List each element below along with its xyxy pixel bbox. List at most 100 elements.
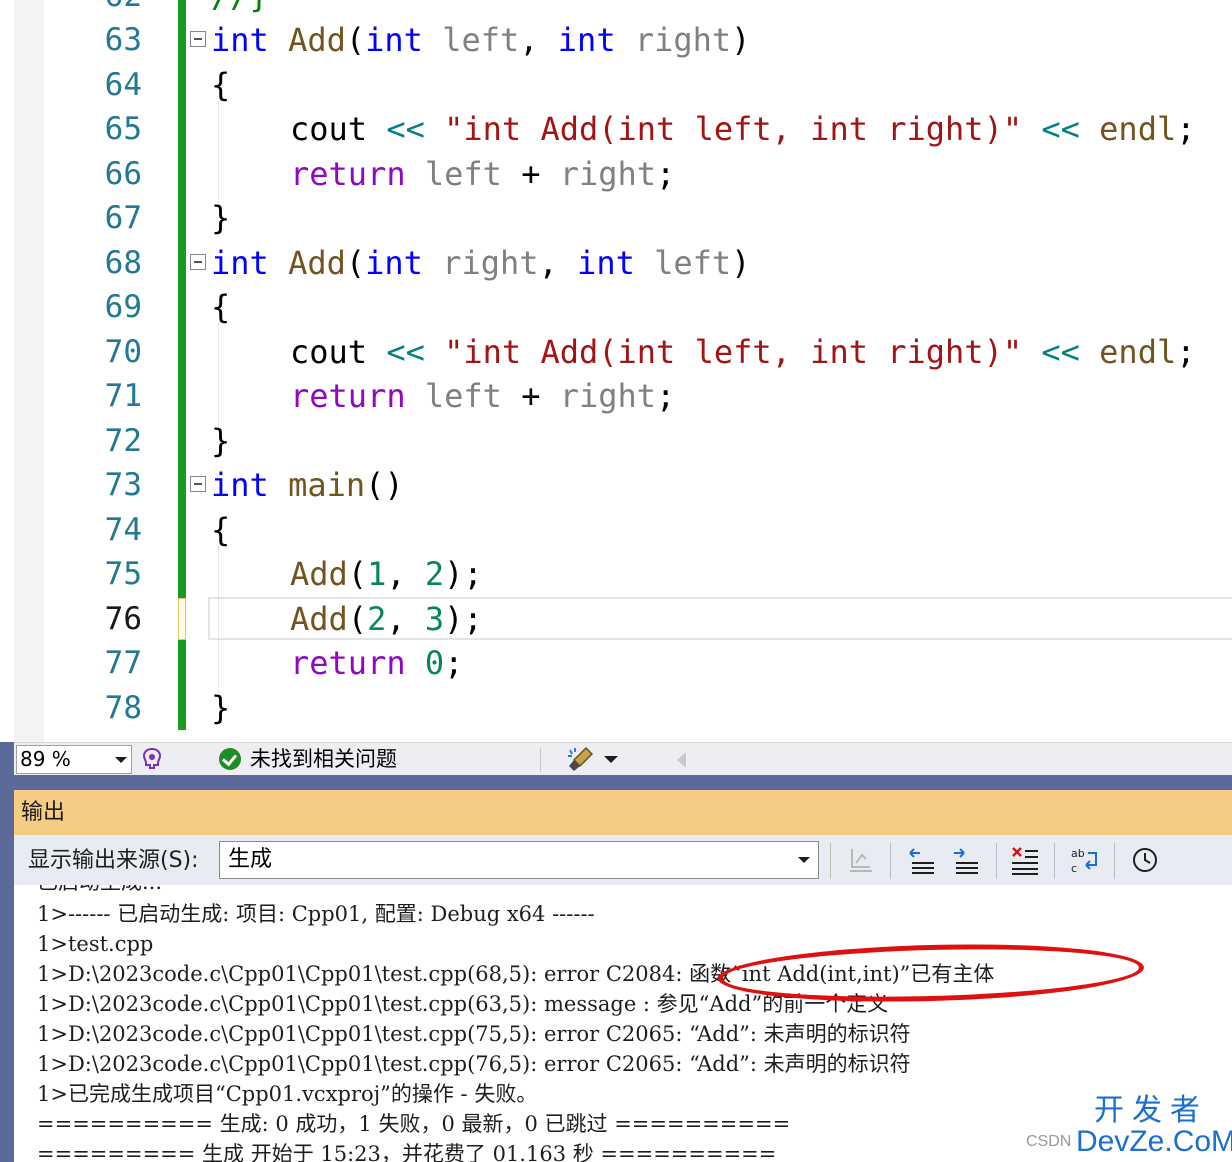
collapse-icon[interactable] [190,253,206,270]
code-token: << [386,110,425,148]
code-token: } [211,688,231,727]
code-token: ( [347,555,368,593]
svg-text:ab: ab [1071,847,1085,860]
csdn-watermark: CSDN [1026,1133,1072,1150]
code-line[interactable]: 75 Add(1, 2); [0,552,1232,596]
code-token: 2 [424,555,445,593]
code-token: return [290,644,406,682]
line-number: 78 [104,689,142,726]
code-token: } [211,199,231,237]
output-line: 1>D:\2023code.c\Cpp01\Cpp01\test.cpp(75,… [37,1022,911,1046]
code-token: left [442,21,520,59]
code-editor[interactable]: 62//}63int Add(int left, int right)64{65… [0,0,1232,742]
code-token: endl [1099,110,1177,148]
code-token: left [654,243,732,282]
line-number: 72 [104,422,142,459]
code-text: return left + right; [290,374,675,418]
code-token: Add [290,555,348,593]
code-token: ( [347,599,368,638]
toggle-word-wrap-icon[interactable]: ab c [1070,845,1100,875]
output-line: 1>------ 已启动生成: 项目: Cpp01, 配置: Debug x64… [37,902,595,926]
code-token: , [519,21,558,59]
toolbar-separator [830,843,831,879]
code-token: "int Add(int left, int right)" [444,110,1023,148]
go-to-line-icon[interactable] [846,845,876,875]
code-line[interactable]: 71 return left + right; [0,374,1232,418]
output-panel-header[interactable]: 输出 [14,790,1232,835]
code-text: { [211,508,230,552]
code-line[interactable]: 63 int Add(int left, int right) [0,18,1232,62]
output-toolbar: 显示输出来源(S): 生成 ab c [14,835,1232,885]
code-line[interactable]: 77 return 0; [0,641,1232,685]
code-token: Add [290,599,348,638]
code-line[interactable]: 74 { [0,508,1232,552]
code-line[interactable]: 68 int Add(int right, int left) [0,241,1232,285]
code-token: left [424,377,502,415]
code-token: endl [1099,332,1177,371]
code-line[interactable]: 73 int main() [0,463,1232,507]
chevron-down-icon [115,757,127,763]
code-line[interactable]: 78} [0,686,1232,730]
chevron-down-icon [798,857,810,863]
code-token: main [288,466,366,504]
code-token: int [211,466,269,504]
code-line[interactable]: 69 { [0,285,1232,329]
line-number: 77 [104,645,142,681]
code-token: Add [288,21,346,59]
watermark-bottom-text: DevZe.CoM [1076,1125,1232,1158]
output-source-label: 显示输出来源(S): [28,848,199,873]
output-source-value: 生成 [228,847,273,872]
panel-splitter[interactable] [14,775,1232,790]
code-text: } [211,686,230,730]
code-line[interactable]: 72} [0,419,1232,463]
code-token: int [365,243,423,282]
code-line[interactable]: 62 //} [0,0,1232,18]
block-guide-line [218,545,219,694]
code-token: ; [1176,110,1196,148]
collapse-icon[interactable] [190,31,206,47]
code-line[interactable]: 64 { [0,63,1232,107]
output-source-dropdown[interactable]: 生成 [219,841,819,879]
editor-status-bar: 89 % 未找到相关问题 [14,742,1232,775]
code-token: 0 [424,644,445,682]
previous-message-icon[interactable] [906,845,936,875]
svg-text:c: c [1071,862,1077,875]
collapse-icon[interactable] [190,476,206,492]
code-cleanup-icon[interactable] [566,746,596,773]
code-token: ) [731,21,751,59]
chevron-down-icon[interactable] [604,756,618,763]
timestamp-icon[interactable] [1130,845,1160,875]
code-token: cout [290,332,387,371]
code-line[interactable]: 76 Add(2, 3); [0,597,1232,641]
scroll-left-arrow-icon[interactable] [677,752,686,768]
output-line: 1>test.cpp [37,932,154,956]
code-line[interactable]: 67} [0,196,1232,240]
code-line[interactable]: 65 cout << "int Add(int left, int right)"… [0,107,1232,151]
output-text-area[interactable]: 已启动生成... 1>------ 已启动生成: 项目: Cpp01, 配置: D… [14,885,1232,1162]
code-line[interactable]: 70 cout << "int Add(int left, int right)"… [0,330,1232,374]
code-token: 3 [424,599,445,638]
next-message-icon[interactable] [950,845,980,875]
no-issues-check-icon[interactable] [219,748,241,770]
clear-all-icon[interactable] [1010,845,1040,875]
zoom-level-dropdown[interactable]: 89 % [16,745,132,774]
code-token: ) [731,243,751,282]
zoom-level-value: 89 % [20,747,71,771]
code-token: << [1041,110,1080,148]
line-number: 75 [104,556,142,592]
code-line[interactable]: 66 return left + right; [0,152,1232,196]
line-number: 71 [104,378,142,414]
code-token: , [538,243,578,282]
code-token: { [211,65,231,104]
toolbar-separator [1054,843,1055,879]
intellicode-icon[interactable] [140,747,164,771]
issues-status-text[interactable]: 未找到相关问题 [250,745,397,774]
toolbar-separator [996,843,997,879]
